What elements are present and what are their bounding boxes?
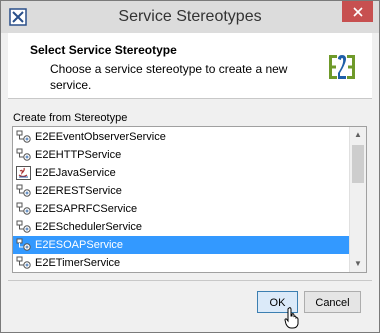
list-item-selected[interactable]: E2ESOAPService (13, 236, 350, 254)
section-label: Create from Stereotype (13, 112, 128, 124)
list-item-label: E2ETimerService (35, 257, 121, 269)
list-item[interactable]: E2EHTTPService (13, 146, 350, 164)
stereotype-icon (16, 220, 31, 233)
java-icon (16, 166, 31, 180)
list-item-label: E2ESAPRFCService (35, 203, 138, 215)
title-bar[interactable]: Service Stereotypes (1, 1, 379, 33)
hand-cursor-icon (284, 307, 299, 329)
stereotype-icon (16, 238, 31, 251)
list-item[interactable]: E2ESAPRFCService (13, 200, 350, 218)
window-title: Service Stereotypes (118, 8, 262, 25)
list-item[interactable]: E2EJavaService (13, 164, 350, 182)
e2e-logo (329, 55, 355, 79)
header-title: Select Service Stereotype (30, 43, 177, 57)
stereotype-icon (16, 256, 31, 269)
stereotype-icon (16, 130, 31, 143)
scroll-up-icon[interactable]: ▲ (350, 127, 366, 143)
scroll-thumb[interactable] (352, 145, 364, 183)
vertical-scrollbar[interactable]: ▲ ▼ (349, 127, 366, 272)
scroll-down-icon[interactable]: ▼ (350, 256, 366, 272)
list-item[interactable]: E2ESchedulerService (13, 218, 350, 236)
stereotype-icon (16, 148, 31, 161)
list-item-label: E2ERESTService (35, 185, 122, 197)
stereotype-icon (16, 202, 31, 215)
cancel-button[interactable]: Cancel (304, 291, 361, 313)
footer-divider (8, 280, 372, 281)
list-item[interactable]: E2ETimerService (13, 254, 350, 272)
list-item-label: E2EJavaService (35, 167, 116, 179)
list-item-label: E2EHTTPService (35, 149, 122, 161)
stereotype-icon (16, 184, 31, 197)
close-button[interactable] (342, 1, 373, 22)
list-item[interactable]: E2EEventObserverService (13, 128, 350, 146)
close-icon (352, 6, 363, 17)
list-item-label: E2ESOAPService (35, 239, 124, 251)
dialog-window: Service Stereotypes Select Service Stere… (0, 0, 380, 333)
header-description: Choose a service stereotype to create a … (50, 62, 288, 92)
stereotype-list[interactable]: E2EEventObserverService E2EHTTPService E… (12, 126, 367, 273)
list-item[interactable]: E2ERESTService (13, 182, 350, 200)
dialog-header: Select Service Stereotype Choose a servi… (8, 33, 372, 99)
list-item-label: E2EEventObserverService (35, 131, 166, 143)
list-item-label: E2ESchedulerService (35, 221, 143, 233)
